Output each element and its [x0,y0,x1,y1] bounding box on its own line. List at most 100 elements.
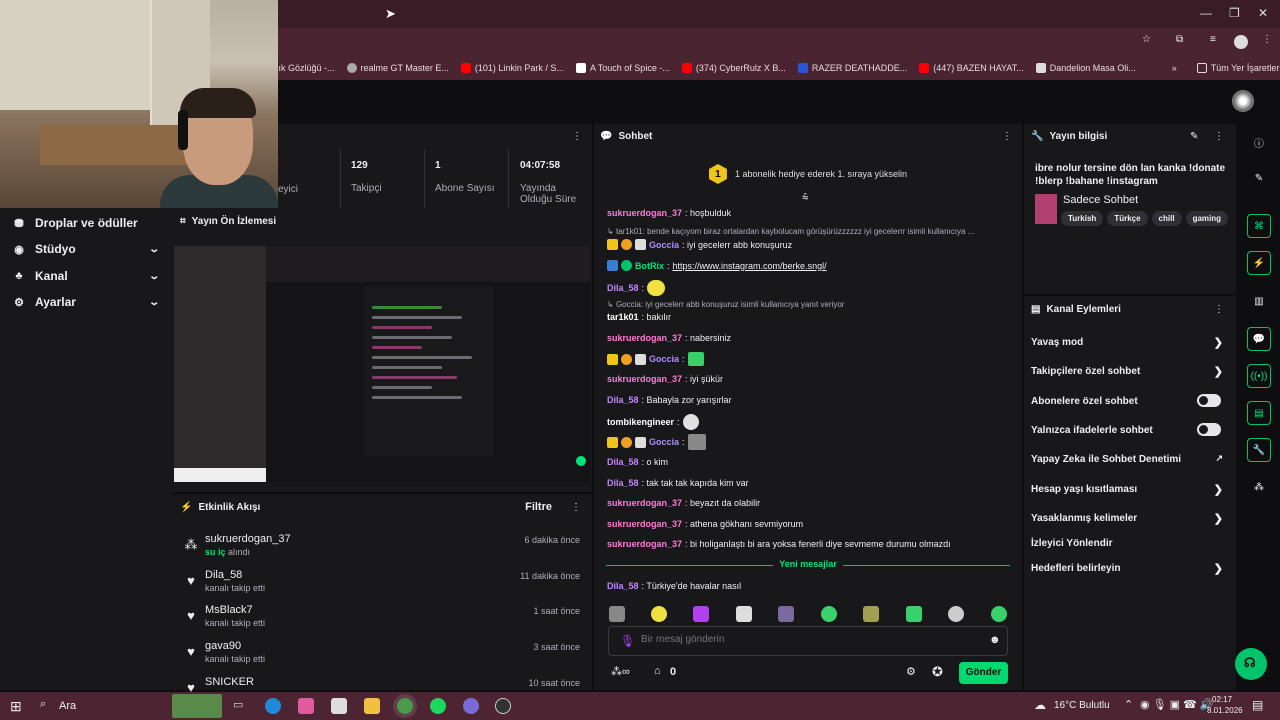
wrench-icon[interactable]: 🔧 [1247,438,1271,462]
bookmark[interactable]: realme GT Master E... [346,63,449,73]
menu-icon[interactable]: ⋮ [1262,34,1272,45]
points-icon[interactable]: ⁂ [1247,475,1271,499]
broadcast-icon[interactable]: ((•)) [1247,364,1271,388]
emote-shortcut[interactable] [948,606,964,622]
profile-icon[interactable] [1234,35,1248,49]
more-icon[interactable]: ⋮ [1214,131,1224,142]
activity-item[interactable]: ⁂ sukruerdogan_37 su iç alındı 6 dakika … [184,531,581,561]
sidebar-item-drops[interactable]: ⛃ Droplar ve ödüller [12,213,162,233]
chat-icon[interactable]: 💬 [1247,327,1271,351]
edit-icon[interactable]: ✎ [1190,131,1198,142]
minimize-icon[interactable]: — [1200,6,1212,20]
emote-only-toggle[interactable] [1197,423,1221,436]
clip-icon[interactable]: ⌘ [1247,214,1271,238]
star-icon[interactable]: ☆ [1142,34,1151,45]
emote-shortcut[interactable] [736,606,752,622]
task-view-icon[interactable]: ▭ [233,698,249,714]
collapse-icon[interactable]: ⩯ [802,192,808,205]
more-icon[interactable]: ⋮ [572,131,582,142]
chrome-icon[interactable] [397,698,413,714]
bookmark[interactable]: (374) CyberRulz X B... [681,63,786,73]
action-raid[interactable]: İzleyici Yönlendir [1031,538,1229,549]
emote-shortcut[interactable] [991,606,1007,622]
bookmark[interactable]: (447) BAZEN HAYAT... [919,63,1024,73]
bookmark[interactable]: şık Gözlüğü -... [274,63,335,73]
tray-icons[interactable]: ◉ 🎙 ▣ ☎ 🔊 [1140,698,1214,711]
info-icon[interactable]: ⓘ [1247,130,1271,154]
activity-item[interactable]: ♥ gava90 kanalı takip etti 3 saat önce [184,638,580,668]
folder-icon[interactable] [364,698,380,714]
subs-only-toggle[interactable] [1197,394,1221,407]
spotify-icon[interactable] [430,698,446,714]
stream-preview-video[interactable] [174,246,590,482]
emoji-icon[interactable]: ☻ [989,634,1001,646]
close-icon[interactable]: ✕ [1258,6,1268,20]
discord-icon[interactable] [463,698,479,714]
bookmark[interactable]: RAZER DEATHADDE... [797,63,907,73]
layout-icon[interactable]: ▤ [1247,401,1271,425]
mod-tools-icon[interactable]: ✪ [932,664,943,680]
bookmark-overflow-icon[interactable]: » [1172,63,1177,73]
action-goals[interactable]: Hedefleri belirleyin ❯ [1031,563,1229,575]
chat-link[interactable]: https://www.instagram.com/berke.sngl/ [673,261,827,271]
store-icon[interactable]: ⌂ [654,665,661,677]
tag[interactable]: Türkçe [1107,211,1148,226]
tray-chevron-icon[interactable]: ⌃ [1124,698,1133,711]
category-name[interactable]: Sadece Sohbet [1063,194,1138,206]
emote-shortcut[interactable] [863,606,879,622]
restore-icon[interactable]: ❐ [1229,6,1240,20]
bookmark[interactable]: Dandelion Masa Oli... [1035,63,1136,73]
emote-shortcut[interactable] [821,606,837,622]
action-ai-moderation[interactable]: Yapay Zeka ile Sohbet Denetimi ↗ [1031,453,1229,465]
clock-date[interactable]: 8.01.2026 [1207,706,1243,715]
taskbar-search-label[interactable]: Ara [59,700,76,712]
action-followers-only[interactable]: Takipçilere özel sohbet ❯ [1031,366,1229,378]
document-icon[interactable]: ▥ [1247,289,1271,313]
mic-icon[interactable]: 🎙 [620,634,635,648]
clock-time[interactable]: 02:17 [1212,695,1232,704]
emote-shortcut[interactable] [906,606,922,622]
emote-shortcut[interactable] [778,606,794,622]
tag[interactable]: Turkish [1061,211,1104,226]
more-icon[interactable]: ⋮ [1002,131,1012,142]
edit-icon[interactable]: ✎ [1247,166,1271,190]
bookmark[interactable]: A Touch of Spice -... [575,63,670,73]
windows-start-icon[interactable]: ⊞ [10,698,22,715]
sidebar-item-channel[interactable]: ♣ Kanal ⌄ [12,266,162,286]
emote-shortcut[interactable] [651,606,667,622]
filter-button[interactable]: Filtre [525,501,552,513]
tag[interactable]: gaming [1185,211,1229,226]
hype-train-banner[interactable]: 11 abonelik hediye ederek 1. sıraya yüks… [594,154,1022,194]
extensions-icon[interactable]: ⧉ [1176,34,1183,45]
store-icon[interactable] [331,698,347,714]
activity-item[interactable]: ♥ SNICKER 10 saat önce [184,674,580,695]
action-banned-words[interactable]: Yasaklanmış kelimeler ❯ [1031,513,1229,525]
search-icon[interactable]: ⌕ [40,698,46,711]
bookmark[interactable]: (101) Linkin Park / S... [460,63,564,73]
gear-icon[interactable]: ⚙ [906,665,916,678]
send-button[interactable]: Gönder [959,662,1008,684]
obs-icon[interactable] [495,698,511,714]
emote-shortcut[interactable] [693,606,709,622]
weather-text[interactable]: 16°C Bulutlu [1054,700,1110,711]
points-icon[interactable]: ⁂∞ [611,665,630,678]
action-account-age[interactable]: Hesap yaşı kısıtlaması ❯ [1031,484,1229,496]
media-icon[interactable]: ≡ [1210,34,1216,45]
more-icon[interactable]: ⋮ [571,502,581,513]
more-icon[interactable]: ⋮ [1214,304,1224,315]
action-slow-mode[interactable]: Yavaş mod ❯ [1031,337,1229,349]
sidebar-item-studio[interactable]: ◉ Stüdyo ⌄ [12,239,162,259]
chat-input[interactable] [641,634,981,645]
sidebar-item-settings[interactable]: ⚙ Ayarlar ⌄ [12,292,162,312]
avatar[interactable] [1232,90,1254,112]
bookmark-folder[interactable]: Tüm Yer İşaretleri [1196,63,1280,73]
copilot-icon[interactable] [298,698,314,714]
emote-shortcut[interactable] [609,606,625,622]
tag[interactable]: chill [1151,211,1182,226]
edge-icon[interactable] [265,698,281,714]
new-messages-label[interactable]: Yeni mesajlar [594,559,1022,569]
help-button[interactable]: ☊ [1235,648,1267,680]
activity-item[interactable]: ♥ Dila_58 kanalı takip etti 11 dakika ön… [184,567,580,597]
bolt-icon[interactable]: ⚡ [1247,251,1271,275]
activity-item[interactable]: ♥ MsBlack7 kanalı takip etti 1 saat önce [184,602,580,632]
